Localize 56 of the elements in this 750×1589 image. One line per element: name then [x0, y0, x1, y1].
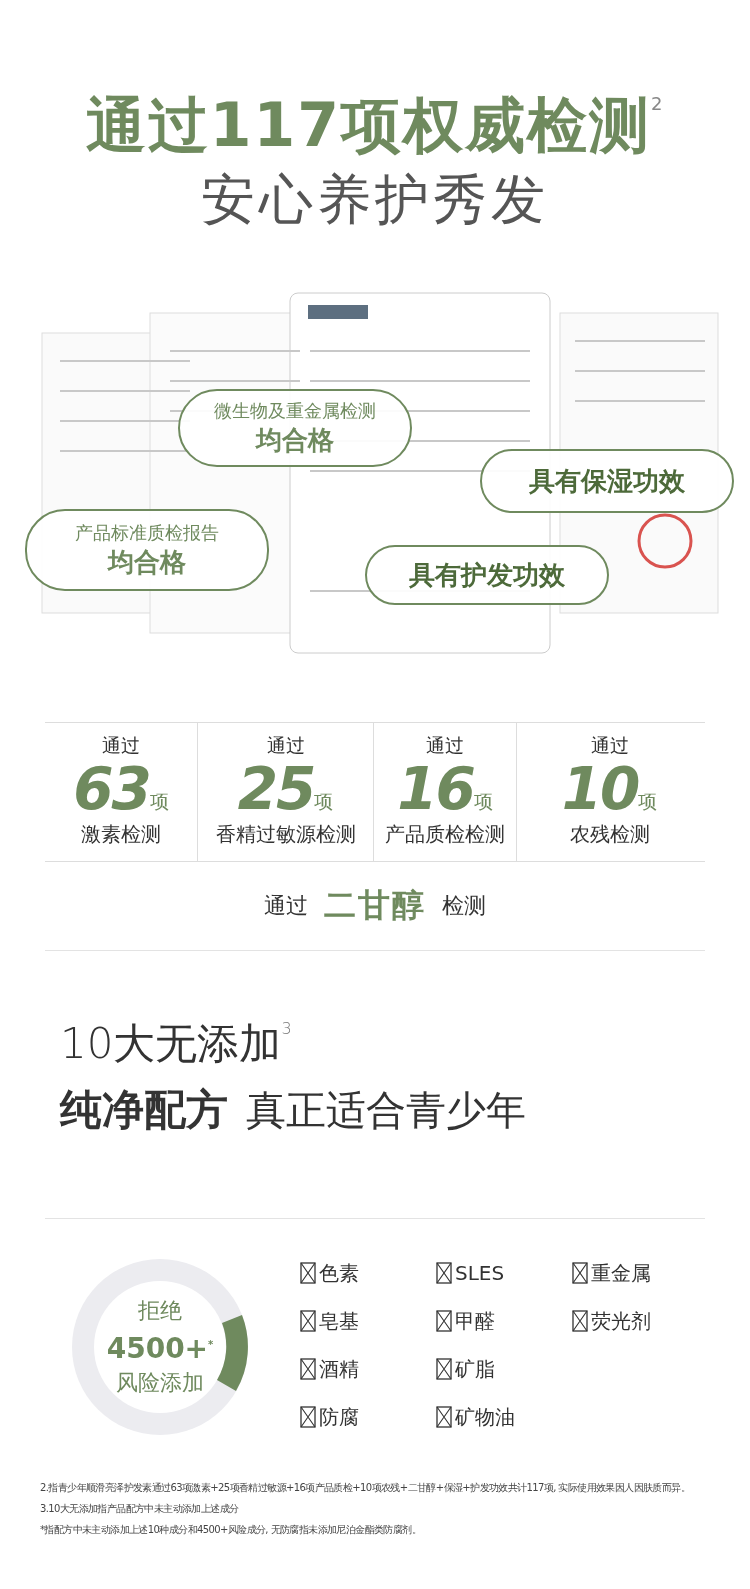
tagline-bold: 纯净配方	[60, 1084, 228, 1136]
ingredient-label: SLES	[455, 1261, 505, 1285]
stat-number: 63	[73, 759, 150, 819]
section-title: 10大无添加$^{3}$	[60, 1018, 293, 1070]
ingredient-label: 矿物油	[455, 1403, 515, 1431]
crossed-box-icon	[436, 1406, 452, 1428]
ring-label: 风险添加	[116, 1369, 204, 1398]
ingredient-label: 皂基	[319, 1307, 359, 1335]
stat-unit: 项	[638, 790, 658, 814]
ingredient-label: 矿脂	[455, 1355, 495, 1383]
crossed-box-icon	[300, 1406, 316, 1428]
stat-label: 农残检测	[569, 821, 650, 848]
stat-unit: 项	[473, 790, 493, 814]
callout-label: 产品标准质检报告	[75, 520, 219, 545]
test-prefix: 通过	[264, 892, 308, 920]
crossed-box-icon	[436, 1262, 452, 1284]
stat-number: 25	[237, 759, 315, 819]
stat-label: 香精过敏源检测	[215, 821, 356, 848]
ring-label: 拒绝	[138, 1296, 182, 1325]
ingredient-label: 荧光剂	[591, 1307, 651, 1335]
callout-label: 微生物及重金属检测	[214, 398, 376, 423]
ring-number: 4500+$^{*}$	[106, 1331, 214, 1368]
stat-unit: 项	[149, 790, 169, 814]
test-suffix: 检测	[442, 892, 486, 920]
stat-prefix: 通过	[266, 733, 305, 758]
stat-number: 10	[561, 759, 639, 819]
crossed-box-icon	[300, 1358, 316, 1380]
crossed-box-icon	[572, 1262, 588, 1284]
crossed-box-icon	[572, 1310, 588, 1332]
ingredient-label: 防腐	[319, 1403, 359, 1431]
callout-result: 具有保湿功效	[529, 464, 685, 498]
stat-label: 产品质检检测	[385, 821, 505, 848]
stat-unit: 项	[314, 790, 334, 814]
footnote: 3.10大无添加指产品配方中未主动添加上述成分	[40, 1502, 240, 1516]
crossed-box-icon	[300, 1262, 316, 1284]
ingredient-label: 酒精	[319, 1355, 359, 1383]
stat-number: 16	[397, 759, 474, 819]
stat-prefix: 通过	[426, 733, 464, 758]
callout-result: 均合格	[108, 545, 186, 579]
ingredient-label: 甲醛	[455, 1307, 495, 1335]
stat-prefix: 通过	[590, 733, 629, 758]
footnote: 2.指青少年顺滑亮泽护发素通过63项激素+25项香精过敏源+16项产品质检+10项农残+二甘醇+保湿+护发功效共计117项, 实际使用效果因人因肤质而异。	[40, 1481, 691, 1495]
ingredient-label: 色素	[319, 1259, 359, 1287]
test-highlight: 二甘醇	[324, 885, 426, 926]
tagline: 真正适合青少年	[246, 1086, 526, 1135]
crossed-box-icon	[436, 1310, 452, 1332]
headline: 通过117项权威检测$^{2}$	[84, 89, 666, 161]
callout-result: 具有护发功效	[409, 558, 565, 592]
crossed-box-icon	[436, 1358, 452, 1380]
footnote: *指配方中未主动添加上述10种成分和4500+风险成分, 无防腐指未添加尼泊金酯类防腐剂。	[40, 1523, 422, 1537]
stat-prefix: 通过	[102, 733, 140, 758]
stat-label: 激素检测	[81, 821, 161, 848]
crossed-box-icon	[300, 1310, 316, 1332]
callout-result: 均合格	[256, 423, 334, 457]
ingredient-label: 重金属	[591, 1259, 651, 1287]
subheadline: 安心养护秀发	[200, 167, 550, 233]
